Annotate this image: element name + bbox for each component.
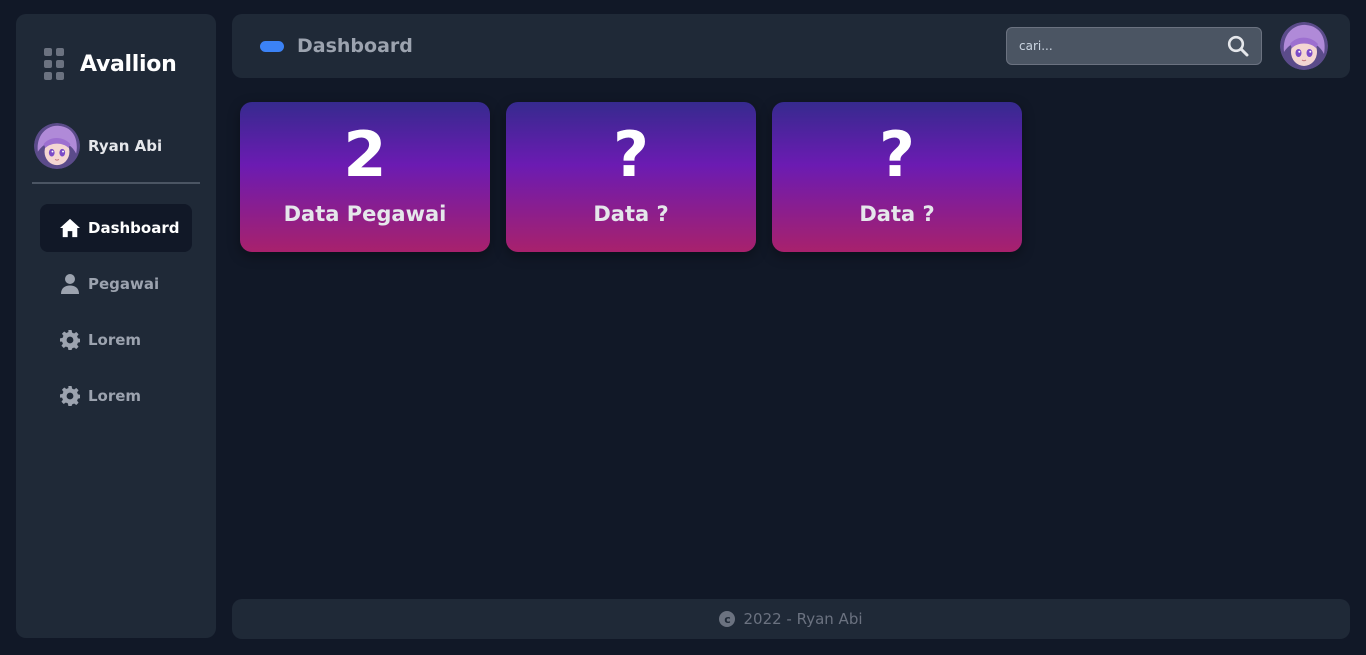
sidebar-item-lorem-2[interactable]: Lorem bbox=[40, 372, 192, 420]
page-title: Dashboard bbox=[297, 35, 413, 57]
brand[interactable]: Avallion bbox=[44, 48, 177, 80]
sidebar-nav: Dashboard Pegawai Lorem Lorem bbox=[40, 204, 192, 428]
avatar bbox=[34, 123, 80, 169]
footer-text: 2022 - Ryan Abi bbox=[743, 610, 863, 628]
stat-card-label: Data ? bbox=[593, 202, 669, 226]
brand-title: Avallion bbox=[80, 51, 177, 77]
sidebar-item-label: Pegawai bbox=[88, 275, 160, 293]
stat-card-label: Data Pegawai bbox=[283, 202, 447, 226]
stat-card-value: ? bbox=[613, 118, 649, 191]
sidebar-item-pegawai[interactable]: Pegawai bbox=[40, 260, 192, 308]
top-header: Dashboard bbox=[232, 14, 1350, 78]
stat-cards: 2 Data Pegawai ? Data ? ? Data ? bbox=[240, 102, 1022, 252]
search-icon[interactable] bbox=[1227, 35, 1249, 57]
stat-card-label: Data ? bbox=[859, 202, 935, 226]
gear-icon bbox=[60, 386, 80, 406]
grid-dots-icon bbox=[44, 48, 64, 80]
user-icon bbox=[60, 274, 80, 294]
profile-name: Ryan Abi bbox=[88, 137, 163, 155]
divider bbox=[32, 182, 200, 184]
sidebar-item-label: Lorem bbox=[88, 387, 142, 405]
home-icon bbox=[60, 218, 80, 238]
sidebar-item-lorem-1[interactable]: Lorem bbox=[40, 316, 192, 364]
stat-card-data-3[interactable]: ? Data ? bbox=[772, 102, 1022, 252]
sidebar-item-dashboard[interactable]: Dashboard bbox=[40, 204, 192, 252]
gear-icon bbox=[60, 330, 80, 350]
header-avatar[interactable] bbox=[1280, 22, 1328, 70]
stat-card-value: ? bbox=[879, 118, 915, 191]
sidebar-toggle-icon[interactable] bbox=[260, 41, 284, 52]
sidebar-item-label: Dashboard bbox=[88, 219, 180, 237]
copyright-icon: c bbox=[719, 611, 736, 627]
sidebar: Avallion Ryan Abi Dashboard Pegawai Lore… bbox=[16, 14, 216, 638]
user-profile[interactable]: Ryan Abi bbox=[34, 123, 162, 169]
sidebar-item-label: Lorem bbox=[88, 331, 142, 349]
footer: c 2022 - Ryan Abi bbox=[232, 599, 1350, 639]
search-input[interactable] bbox=[1007, 28, 1217, 64]
stat-card-data-pegawai[interactable]: 2 Data Pegawai bbox=[240, 102, 490, 252]
search-box bbox=[1006, 27, 1262, 65]
stat-card-value: 2 bbox=[343, 118, 387, 191]
stat-card-data-2[interactable]: ? Data ? bbox=[506, 102, 756, 252]
